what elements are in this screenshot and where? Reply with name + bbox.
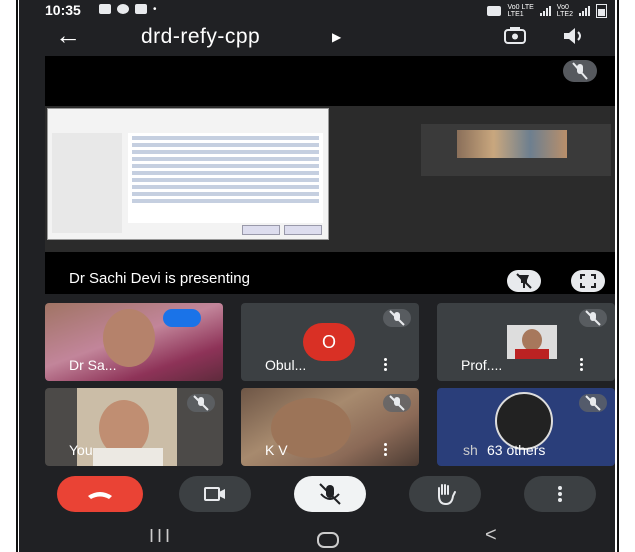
participant-photo <box>507 325 557 359</box>
more-vert-icon[interactable] <box>384 358 387 373</box>
participant-name: Obul... <box>265 357 307 373</box>
signal-2-icon <box>579 6 590 16</box>
mic-off-icon <box>319 483 341 505</box>
mic-off-icon <box>187 394 215 412</box>
participant-name: Dr Sa... <box>69 357 117 373</box>
android-nav-bar: III < <box>19 522 615 552</box>
mic-off-icon <box>579 309 607 327</box>
pin-icon[interactable] <box>507 270 541 292</box>
participant-tile[interactable]: sh 63 others <box>437 388 615 466</box>
status-time: 10:35 <box>45 2 81 18</box>
presenting-caption: Dr Sachi Devi is presenting <box>69 270 250 287</box>
call-controls <box>19 472 615 520</box>
lte1-label: LTE1 <box>507 11 524 18</box>
notification-icons: • <box>99 4 157 15</box>
end-call-icon <box>88 492 112 499</box>
mic-off-icon <box>579 394 607 412</box>
participant-tile[interactable]: K V <box>241 388 419 466</box>
battery-icon <box>596 4 607 18</box>
dialog-buttons <box>242 225 322 235</box>
speaker-icon[interactable] <box>561 25 587 47</box>
file-dialog <box>47 108 329 240</box>
left-border <box>16 0 18 552</box>
alarm-icon <box>487 6 502 16</box>
overlay-text: sh <box>463 442 478 458</box>
more-vert-icon <box>558 486 562 502</box>
play-icon[interactable]: ▶ <box>332 22 341 52</box>
presentation-tile[interactable]: Dr Sachi Devi is presenting <box>45 56 615 294</box>
dot-icon: • <box>153 4 157 15</box>
lte2-label: LTE2 <box>556 11 573 18</box>
right-border <box>617 0 619 552</box>
nav-back-icon[interactable]: < <box>485 524 497 547</box>
status-right: Vo0 LTE LTE1 Vo0 LTE2 <box>487 4 607 18</box>
camera-icon <box>204 487 225 501</box>
participant-tile[interactable]: Dr Sa... <box>45 303 223 381</box>
participant-name: K V <box>265 442 288 458</box>
carrier-2-label: Vo0 <box>556 4 569 11</box>
participant-tile[interactable]: Prof.... <box>437 303 615 381</box>
participant-tile[interactable]: O Obul... <box>241 303 419 381</box>
speaking-indicator-icon <box>163 309 201 327</box>
recent-apps-icon[interactable]: III <box>149 526 173 547</box>
participant-tile[interactable]: You <box>45 388 223 466</box>
signal-1-icon <box>539 6 551 16</box>
participant-name: You <box>69 442 93 458</box>
back-arrow-icon[interactable]: ← <box>55 20 81 50</box>
raise-hand-icon <box>438 484 456 506</box>
microphone-button[interactable] <box>294 476 366 512</box>
meeting-top-bar: ← drd-refy-cpp ▶ <box>19 20 615 52</box>
dialog-file-list <box>128 133 323 223</box>
carrier-2: Vo0 LTE2 <box>557 4 573 18</box>
end-call-button[interactable] <box>57 476 143 512</box>
more-vert-icon[interactable] <box>580 358 583 373</box>
carrier-1-label: Vo0 LTE <box>507 4 534 11</box>
participant-name: Prof.... <box>461 357 503 373</box>
status-bar: 10:35 • Vo0 LTE LTE1 Vo0 LTE2 <box>19 0 615 22</box>
dialog-sidebar <box>52 133 122 233</box>
mic-off-icon <box>383 309 411 327</box>
fullscreen-icon[interactable] <box>571 270 605 292</box>
others-count[interactable]: 63 others <box>487 442 545 458</box>
mic-off-icon <box>383 394 411 412</box>
video-preview <box>421 124 611 176</box>
carrier-1: Vo0 LTE LTE1 <box>507 4 533 18</box>
participant-avatar: O <box>303 323 355 361</box>
more-vert-icon[interactable] <box>384 443 387 458</box>
switch-camera-icon[interactable] <box>502 25 528 47</box>
raise-hand-button[interactable] <box>409 476 481 512</box>
message-icon <box>99 4 111 14</box>
phone-screen: 10:35 • Vo0 LTE LTE1 Vo0 LTE2 ← drd-refy-c… <box>19 0 615 552</box>
meeting-code[interactable]: drd-refy-cpp <box>141 22 260 52</box>
more-options-button[interactable] <box>524 476 596 512</box>
camera-button[interactable] <box>179 476 251 512</box>
mic-off-icon <box>563 60 597 82</box>
whatsapp-icon <box>117 4 129 14</box>
home-icon[interactable] <box>317 532 339 548</box>
gallery-icon <box>135 4 147 14</box>
